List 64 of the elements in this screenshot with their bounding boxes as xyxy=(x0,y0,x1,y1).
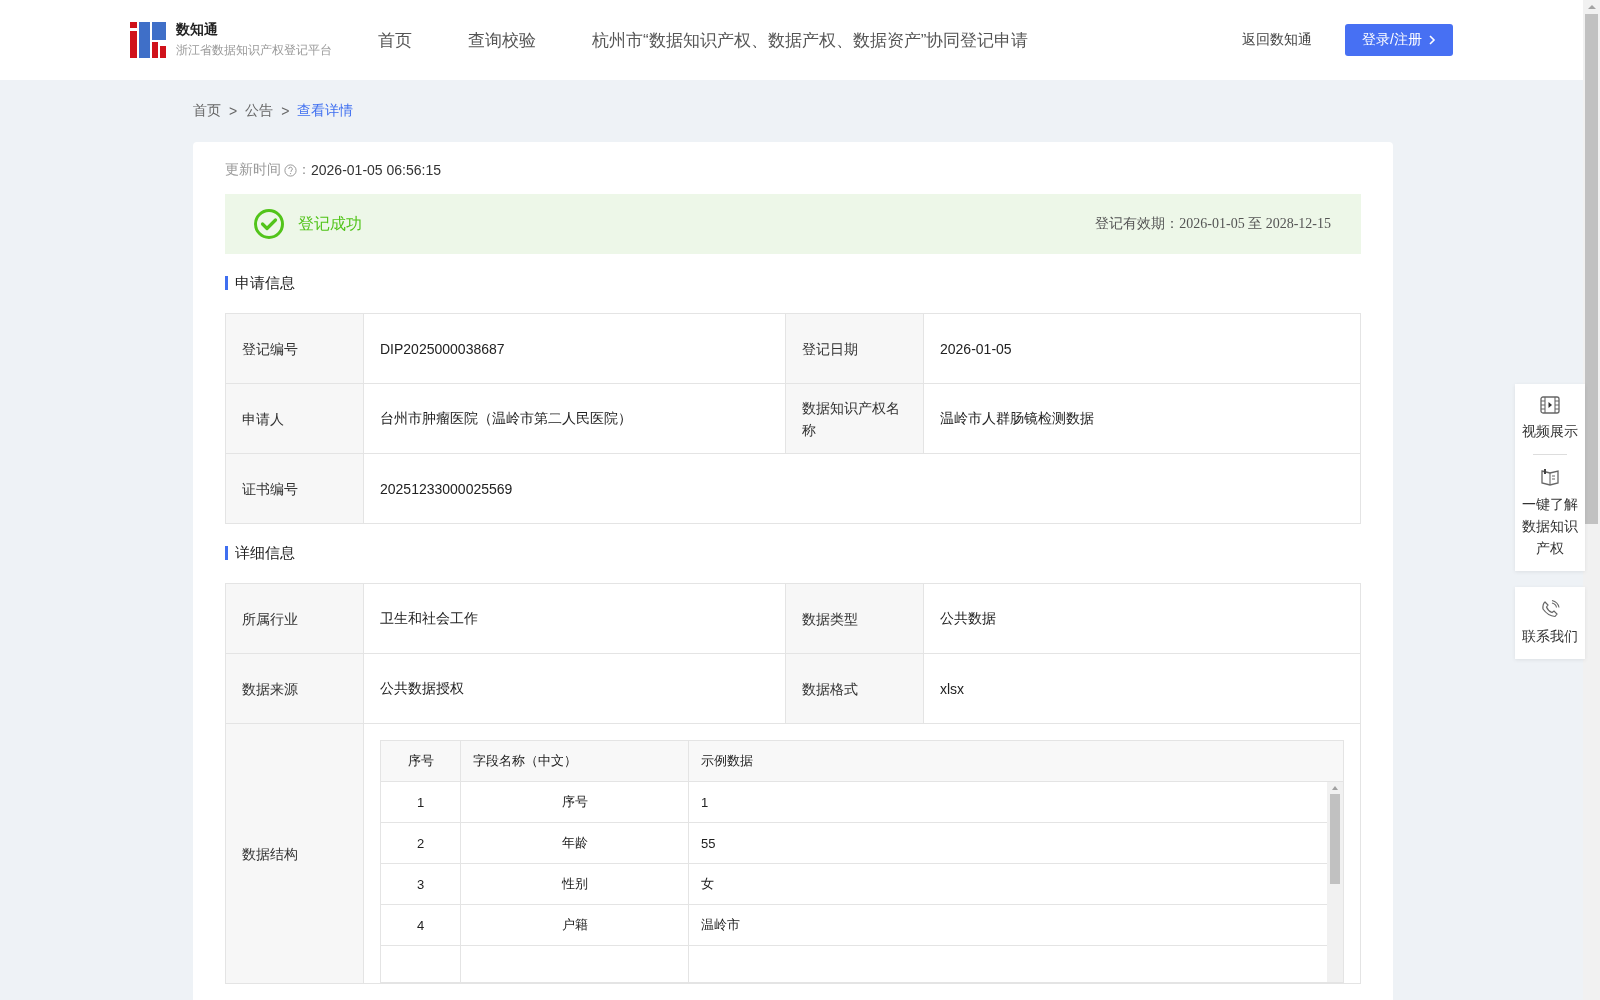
nav-link[interactable]: 查询校验 xyxy=(468,28,536,52)
breadcrumb-separator: > xyxy=(229,103,238,119)
phone-icon[interactable] xyxy=(1540,599,1560,619)
column-header: 示例数据 xyxy=(700,752,754,770)
logo-title: 数知通 xyxy=(176,21,219,39)
section-title: 申请信息 xyxy=(225,276,1361,290)
table-cell: 户籍 xyxy=(461,905,689,945)
status-text: 登记成功 xyxy=(298,213,362,234)
field-label: 数据知识产权名称 xyxy=(785,383,924,454)
table-cell-text: 温岭市 xyxy=(700,916,741,934)
field-label: 数据格式 xyxy=(785,653,924,724)
field-label: 证书编号 xyxy=(225,453,364,524)
nav-link[interactable]: 首页 xyxy=(378,28,412,52)
field-label: 数据结构 xyxy=(225,723,364,984)
page-scrollbar[interactable] xyxy=(1583,0,1600,1000)
scrollbar[interactable] xyxy=(1327,782,1343,982)
breadcrumb-link[interactable]: 查看详情 xyxy=(297,102,354,120)
field-value: 台州市肿瘤医院（温岭市第二人民医院） xyxy=(363,383,786,454)
breadcrumb-separator: > xyxy=(281,103,290,119)
check-circle-icon xyxy=(253,208,285,240)
film-icon[interactable] xyxy=(1540,396,1560,414)
table-cell-text: 1 xyxy=(700,793,710,812)
column-header: 字段名称（中文） xyxy=(461,741,689,781)
field-label: 所属行业 xyxy=(225,583,364,654)
field-value: DIP2025000038687 xyxy=(363,313,786,384)
field-value: 公共数据 xyxy=(923,583,1361,654)
field-label: 数据类型 xyxy=(785,583,924,654)
field-label: 登记日期 xyxy=(785,313,924,384)
table-cell: 2 xyxy=(381,823,461,863)
table-cell: 1 xyxy=(381,782,461,822)
field-value: 卫生和社会工作 xyxy=(363,583,786,654)
field-value: 温岭市人群肠镜检测数据 xyxy=(923,383,1361,454)
login-button[interactable]: 登录/注册 xyxy=(1345,24,1453,56)
help-icon[interactable] xyxy=(284,163,297,177)
section-title: 详细信息 xyxy=(225,546,1361,560)
field-label: 申请人 xyxy=(225,383,364,454)
chevron-right-icon xyxy=(1427,35,1436,45)
column-header: 序号 xyxy=(381,741,461,781)
logo-subtitle: 浙江省数据知识产权登记平台 xyxy=(176,42,332,59)
field-value: 2026-01-05 xyxy=(923,313,1361,384)
field-value: 公共数据授权 xyxy=(363,653,786,724)
book-icon[interactable] xyxy=(1540,467,1560,487)
field-label: 数据来源 xyxy=(225,653,364,724)
side-panel-link[interactable]: 视频展示 xyxy=(1521,420,1579,442)
logo-icon xyxy=(130,22,166,58)
table-cell: 3 xyxy=(381,864,461,904)
table-cell: 性别 xyxy=(461,864,689,904)
field-value: xlsx xyxy=(923,653,1361,724)
nav-link[interactable]: 杭州市“数据知识产权、数据产权、数据资产”协同登记申请 xyxy=(592,28,1029,52)
table-cell-text: 55 xyxy=(700,834,717,853)
update-time: 2026-01-05 06:56:15 xyxy=(311,162,441,178)
back-link[interactable]: 返回数知通 xyxy=(1242,31,1312,49)
table-cell-text: 女 xyxy=(700,875,715,893)
breadcrumb-link[interactable]: 首页 xyxy=(193,102,221,120)
update-colon: ： xyxy=(297,161,311,179)
table-cell: 4 xyxy=(381,905,461,945)
field-value: 20251233000025569 xyxy=(363,453,1361,524)
update-label: 更新时间 xyxy=(225,161,281,179)
breadcrumb-link[interactable]: 公告 xyxy=(245,102,274,120)
table-cell: 年龄 xyxy=(461,823,689,863)
table-cell: 序号 xyxy=(461,782,689,822)
field-label: 登记编号 xyxy=(225,313,364,384)
side-panel-link[interactable]: 一键了解数据知识产权 xyxy=(1521,493,1579,559)
validity-period: 登记有效期：2026-01-05 至 2028-12-15 xyxy=(1095,215,1331,233)
